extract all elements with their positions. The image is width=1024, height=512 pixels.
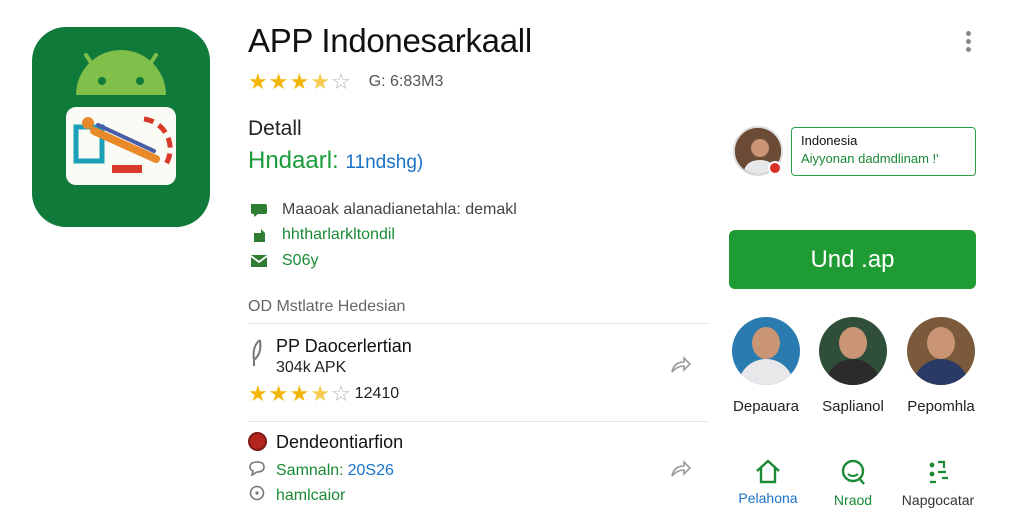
person-name: Depauara <box>733 398 799 415</box>
list-item-size: 304k APK <box>276 359 347 376</box>
details-subtitle-main: Hndaarl: <box>248 147 339 174</box>
divider <box>248 421 708 422</box>
info-text: S06y <box>282 252 319 269</box>
half-star-icon: ★ <box>310 69 330 94</box>
section-heading: OD Mstlatre Hedesian <box>248 298 406 315</box>
list-item-meta: Samnaln: 20S26 <box>248 460 394 481</box>
mail-icon <box>248 252 270 270</box>
nav-item-apps[interactable]: Napgocatar <box>888 458 988 508</box>
details-subtitle: Hndaarl: 11ndshg) <box>248 147 423 175</box>
star-icon: ★ <box>289 381 310 406</box>
avatar <box>732 317 800 385</box>
list-item-title[interactable]: Dendeontiarfion <box>276 432 403 453</box>
star-icon: ★ <box>268 381 289 406</box>
app-rating: ★ ★ ★ ★ ☆ G: 6:83M3 <box>248 71 443 93</box>
chat-icon <box>248 201 270 219</box>
info-text: Maaoak alanadianetahla: demakl <box>282 201 517 218</box>
record-icon <box>248 432 267 451</box>
apps-icon <box>929 460 948 484</box>
app-title: APP Indonesarkaall <box>248 22 532 59</box>
more-options-icon[interactable] <box>956 28 980 56</box>
info-line: hhtharlarkltondil <box>248 226 395 244</box>
app-icon <box>32 27 210 227</box>
star-icon: ★ <box>248 69 268 94</box>
info-text: hhtharlarkltondil <box>282 226 395 243</box>
chat-bubble-icon <box>248 460 268 481</box>
share-icon[interactable] <box>670 354 694 376</box>
message-icon <box>248 485 268 506</box>
share-icon[interactable] <box>670 458 694 480</box>
star-icon: ★ <box>248 381 268 406</box>
developer-subtitle: Aiyyonan dadmdlinam !' <box>801 151 939 166</box>
developer-card[interactable]: Indonesia Aiyyonan dadmdlinam !' <box>791 127 976 176</box>
info-line: Maaoak alanadianetahla: demakl <box>248 201 517 219</box>
rating-meta: G: 6:83M3 <box>368 73 444 90</box>
details-heading: Detall <box>248 117 302 140</box>
empty-star-icon: ☆ <box>330 381 351 406</box>
list-item-meta: hamlcaior <box>248 485 345 506</box>
person-name: Pepomhla <box>907 398 975 415</box>
info-line: S06y <box>248 252 318 270</box>
avatar <box>907 317 975 385</box>
bookmark-icon <box>248 226 270 244</box>
list-item-rating: ★ ★ ★ ★ ☆ 12410 <box>248 383 399 405</box>
rating-count: 12410 <box>354 385 400 402</box>
verified-badge-icon <box>768 161 782 175</box>
list-item-title[interactable]: PP Daocerlertian <box>276 336 412 357</box>
nav-label: Napgocatar <box>901 492 975 508</box>
meta-value: 20S26 <box>347 461 394 479</box>
person-name: Saplianol <box>822 398 884 415</box>
star-rating: ★ ★ ★ ★ ☆ <box>248 71 351 93</box>
install-button[interactable]: Und .ap <box>729 230 976 289</box>
avatar <box>819 317 887 385</box>
home-icon <box>756 459 780 484</box>
meta-text: hamlcaior <box>276 486 346 504</box>
meta-label: Samnaln: <box>276 461 344 479</box>
star-icon: ★ <box>289 69 310 94</box>
developer-name: Indonesia <box>801 133 858 148</box>
star-icon: ★ <box>268 69 289 94</box>
person-card[interactable]: Saplianol <box>803 317 903 415</box>
person-card[interactable]: Pepomhla <box>891 317 991 415</box>
person-card[interactable]: Depauara <box>716 317 816 415</box>
details-subtitle-accent: 11ndshg) <box>345 152 424 173</box>
half-star-icon: ★ <box>310 381 330 406</box>
divider <box>248 323 708 324</box>
smile-icon <box>841 459 865 485</box>
feather-icon <box>248 338 266 375</box>
star-rating: ★ ★ ★ ★ ☆ <box>248 383 351 405</box>
empty-star-icon: ☆ <box>330 69 351 94</box>
